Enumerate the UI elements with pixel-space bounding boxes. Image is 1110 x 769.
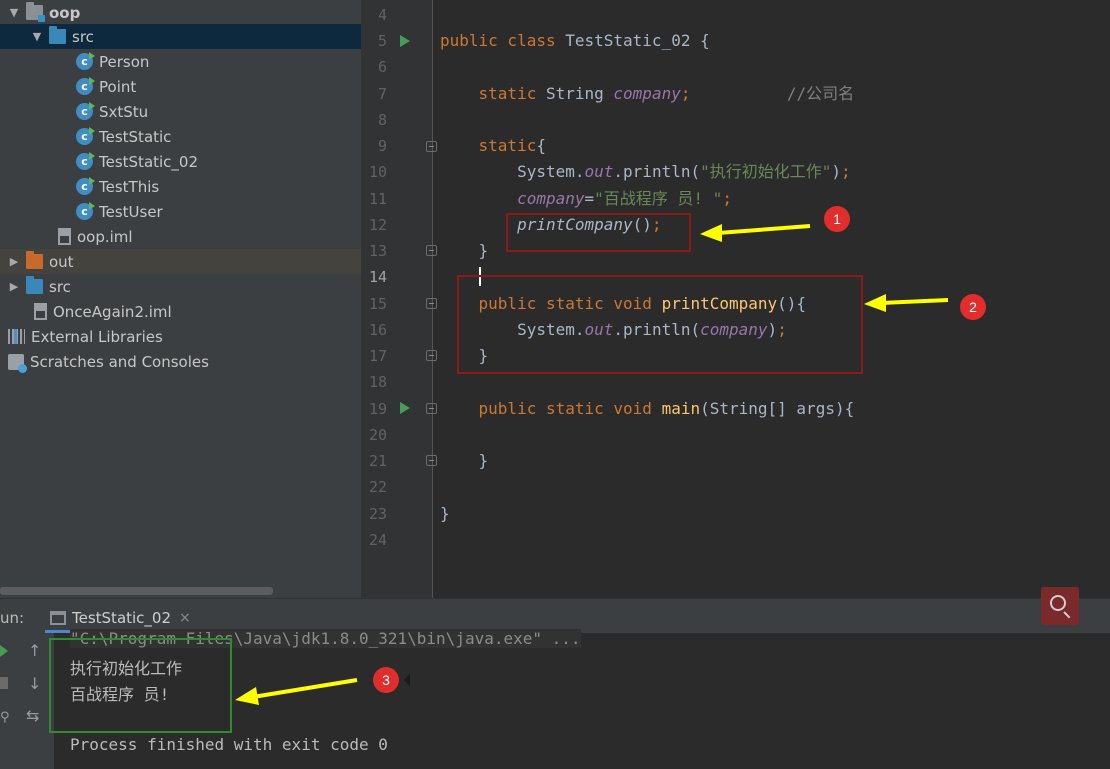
annotation-arrow-2	[864, 294, 949, 312]
annotation-arrow-3	[235, 678, 358, 705]
annotation-arrows	[235, 224, 949, 705]
annotation-arrow-1	[700, 224, 811, 242]
